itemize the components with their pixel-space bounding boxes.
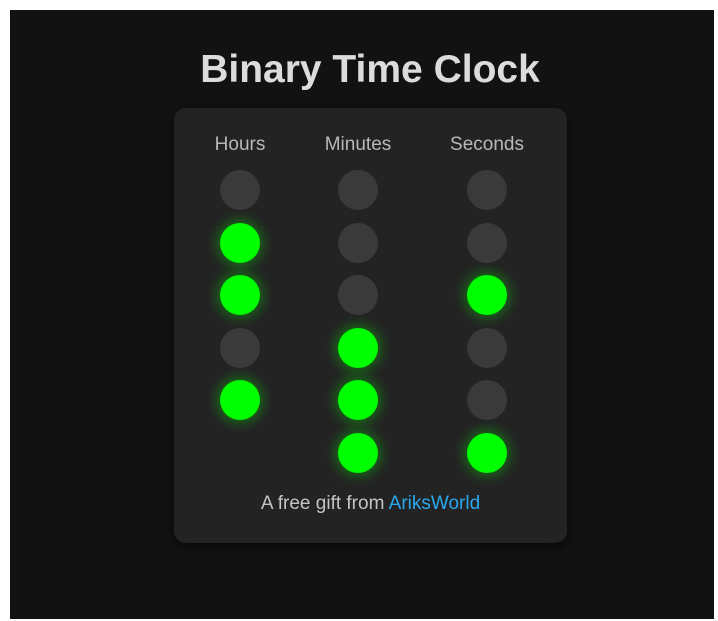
ariksworld-link[interactable]: AriksWorld xyxy=(389,493,481,514)
hours-bit-1-off xyxy=(220,170,260,210)
hours-bit-2-on xyxy=(220,222,260,263)
hours-bit-5-on xyxy=(220,380,260,421)
hours-bit-4-off xyxy=(220,327,260,368)
seconds-bit-5-off xyxy=(467,380,507,421)
minutes-bit-2-off xyxy=(338,222,378,263)
page-title: Binary Time Clock xyxy=(200,48,540,91)
page-background: Binary Time Clock Hours Minutes Seconds … xyxy=(10,10,714,619)
footer: A free gift from AriksWorld xyxy=(174,493,567,515)
seconds-bit-1-off xyxy=(467,170,507,210)
hours-label: Hours xyxy=(214,134,266,155)
seconds-bit-2-off xyxy=(467,222,507,263)
clock-card: Hours Minutes Seconds A free gift from A… xyxy=(174,108,567,543)
seconds-bit-4-off xyxy=(467,327,507,368)
hours-bit-3-on xyxy=(220,275,260,316)
minutes-bit-5-on xyxy=(338,380,378,421)
minutes-label: Minutes xyxy=(324,134,392,155)
footer-text: A free gift from xyxy=(260,493,385,514)
seconds-bit-3-on xyxy=(467,275,507,316)
minutes-bit-1-off xyxy=(338,170,378,210)
minutes-bit-4-on xyxy=(338,327,378,368)
seconds-bit-6-on xyxy=(467,433,507,473)
minutes-bit-6-on xyxy=(338,433,378,473)
minutes-bit-3-off xyxy=(338,275,378,316)
seconds-label: Seconds xyxy=(450,134,524,155)
